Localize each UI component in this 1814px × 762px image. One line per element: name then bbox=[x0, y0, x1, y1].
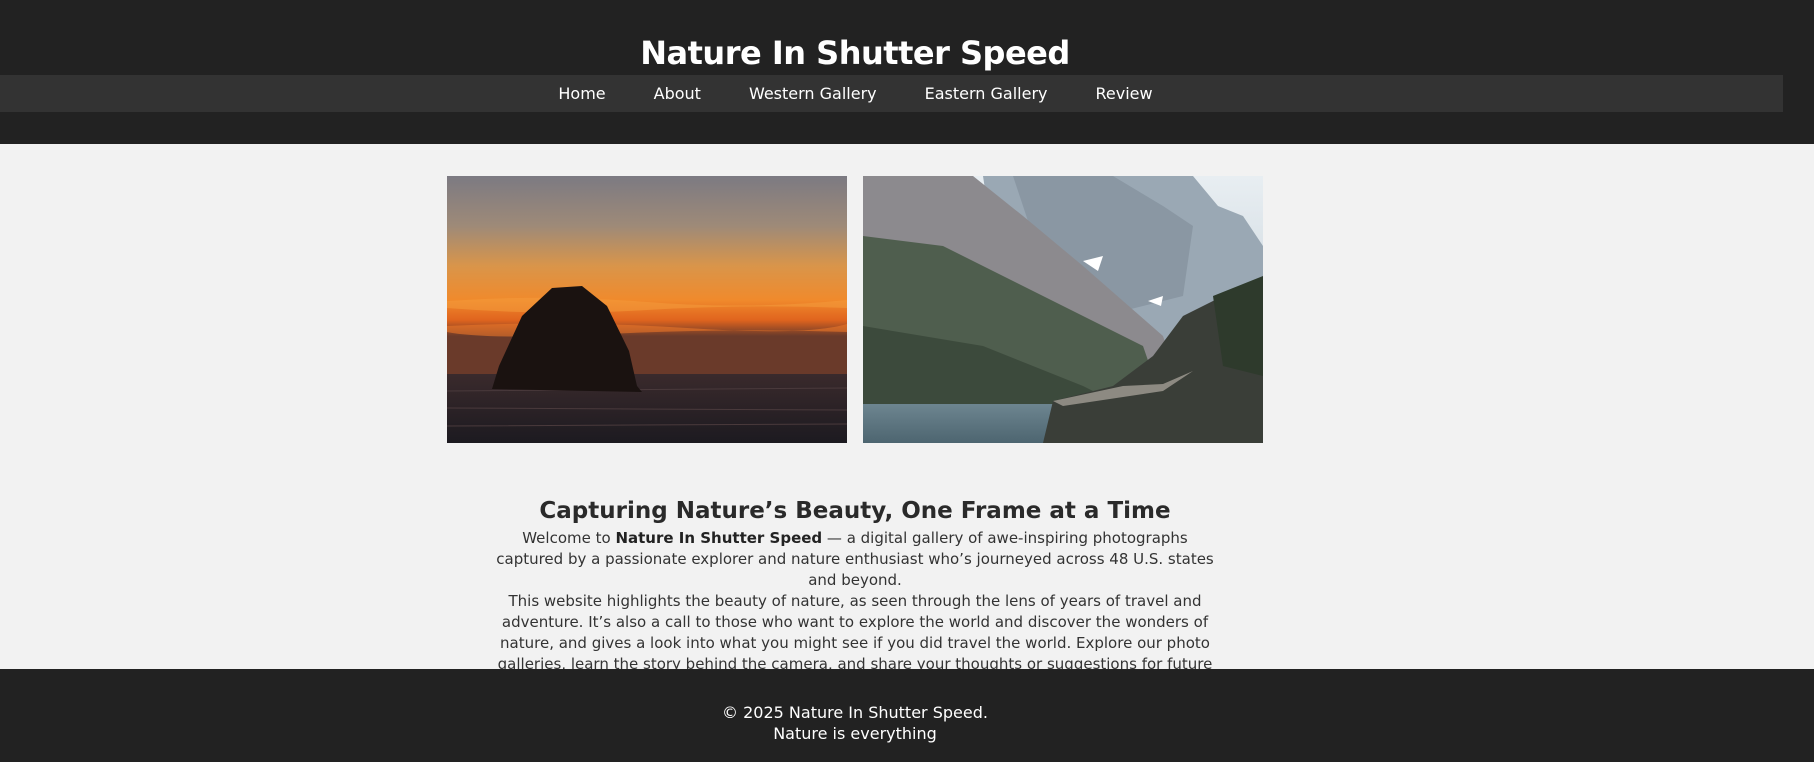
site-title: Nature In Shutter Speed bbox=[640, 34, 1070, 72]
nav-about-link[interactable]: About bbox=[654, 84, 701, 103]
site-header: Nature In Shutter Speed Home About Weste… bbox=[0, 0, 1814, 144]
sunset-sea-stack-photo bbox=[447, 176, 847, 443]
main-nav: Home About Western Gallery Eastern Galle… bbox=[0, 75, 1783, 112]
mountain-lake-photo bbox=[863, 176, 1263, 443]
intro-paragraph-welcome: Welcome to Nature In Shutter Speed — a d… bbox=[490, 528, 1220, 591]
nav-home-link[interactable]: Home bbox=[558, 84, 605, 103]
intro-welcome-text: Welcome to bbox=[522, 529, 616, 547]
footer-tagline: Nature is everything bbox=[773, 724, 937, 743]
nav-review-link[interactable]: Review bbox=[1096, 84, 1153, 103]
footer-copyright: © 2025 Nature In Shutter Speed. bbox=[722, 703, 988, 722]
intro-section: Capturing Nature’s Beauty, One Frame at … bbox=[490, 498, 1220, 696]
photo-gallery bbox=[447, 176, 1263, 443]
intro-site-name: Nature In Shutter Speed bbox=[615, 529, 823, 547]
nav-eastern-gallery-link[interactable]: Eastern Gallery bbox=[925, 84, 1048, 103]
footer-text: © 2025 Nature In Shutter Speed. Nature i… bbox=[0, 702, 1710, 744]
intro-heading: Capturing Nature’s Beauty, One Frame at … bbox=[539, 498, 1171, 524]
site-footer: © 2025 Nature In Shutter Speed. Nature i… bbox=[0, 669, 1814, 762]
nav-western-gallery-link[interactable]: Western Gallery bbox=[749, 84, 877, 103]
